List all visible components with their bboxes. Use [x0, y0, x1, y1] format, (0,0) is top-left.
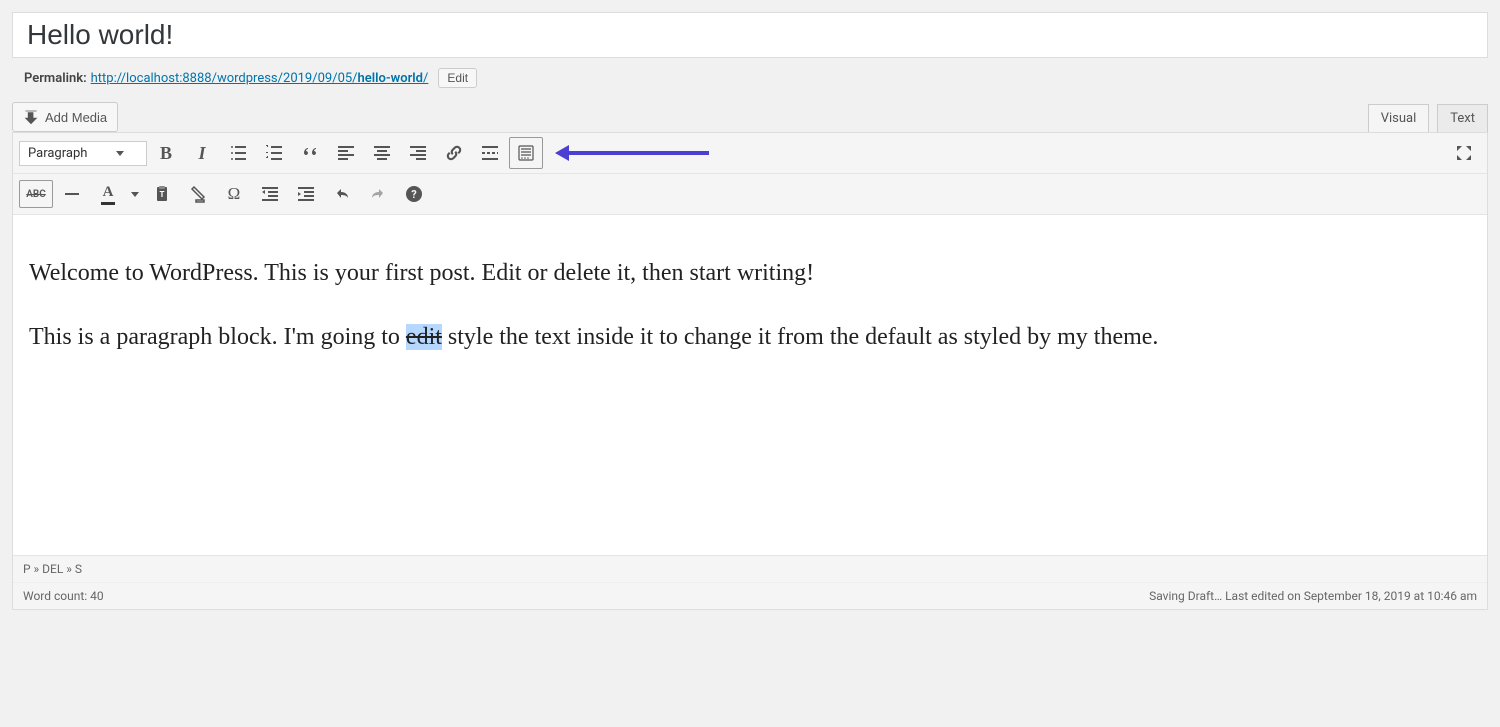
p2-part-b: style the text inside it to change it fr… [442, 324, 1159, 350]
word-count: Word count: 40 [23, 589, 104, 603]
permalink-slug: hello-world [358, 71, 423, 86]
text-color-button[interactable]: A [91, 178, 125, 210]
align-center-button[interactable] [365, 137, 399, 169]
media-tabs-row: Add Media Visual Text [12, 102, 1488, 132]
svg-text:T: T [160, 190, 165, 199]
align-right-button[interactable] [401, 137, 435, 169]
editor-tabs: Visual Text [1368, 104, 1488, 132]
clear-formatting-button[interactable] [181, 178, 215, 210]
toolbar-toggle-button[interactable] [509, 137, 543, 169]
numbered-list-button[interactable] [257, 137, 291, 169]
read-more-button[interactable] [473, 137, 507, 169]
title-container [12, 12, 1488, 58]
help-button[interactable]: ? [397, 178, 431, 210]
annotation-arrow [555, 145, 709, 161]
permalink-label: Permalink: [24, 71, 87, 86]
tab-text[interactable]: Text [1437, 104, 1488, 132]
horizontal-rule-button[interactable] [55, 178, 89, 210]
bold-button[interactable]: B [149, 137, 183, 169]
p2-part-a: This is a paragraph block. I'm going to [29, 324, 406, 350]
editor-container: Paragraph B I ABC A T Ω ? [12, 132, 1488, 610]
special-character-button[interactable]: Ω [217, 178, 251, 210]
paste-text-button[interactable]: T [145, 178, 179, 210]
link-button[interactable] [437, 137, 471, 169]
strikethrough-button[interactable]: ABC [19, 180, 53, 208]
permalink-row: Permalink: http://localhost:8888/wordpre… [12, 58, 1488, 102]
align-left-button[interactable] [329, 137, 363, 169]
content-paragraph-1: Welcome to WordPress. This is your first… [29, 255, 1471, 291]
post-title-input[interactable] [27, 19, 1473, 51]
element-path: P » DEL » S [23, 562, 82, 576]
italic-button[interactable]: I [185, 137, 219, 169]
edit-permalink-button[interactable]: Edit [438, 68, 477, 88]
fullscreen-button[interactable] [1447, 137, 1481, 169]
outdent-button[interactable] [253, 178, 287, 210]
permalink-base: http://localhost:8888/wordpress/2019/09/… [91, 71, 358, 86]
permalink-link[interactable]: http://localhost:8888/wordpress/2019/09/… [91, 71, 429, 86]
tab-visual[interactable]: Visual [1368, 104, 1430, 132]
undo-button[interactable] [325, 178, 359, 210]
add-media-label: Add Media [45, 110, 107, 125]
chevron-down-icon [116, 151, 124, 156]
bullet-list-button[interactable] [221, 137, 255, 169]
format-select-label: Paragraph [28, 146, 87, 161]
format-select[interactable]: Paragraph [19, 141, 147, 166]
content-paragraph-2: This is a paragraph block. I'm going to … [29, 319, 1471, 355]
status-bar: P » DEL » S Word count: 40 Saving Draft…… [13, 555, 1487, 609]
text-color-dropdown[interactable] [127, 178, 143, 210]
redo-button[interactable] [361, 178, 395, 210]
media-icon [23, 109, 39, 125]
blockquote-button[interactable] [293, 137, 327, 169]
editor-content[interactable]: Welcome to WordPress. This is your first… [13, 215, 1487, 555]
add-media-button[interactable]: Add Media [12, 102, 118, 132]
p2-strike-selected: edit [406, 324, 442, 350]
permalink-trail: / [423, 71, 428, 86]
toolbar-primary: Paragraph B I [13, 133, 1487, 174]
svg-text:?: ? [411, 188, 417, 201]
toolbar-secondary: ABC A T Ω ? [13, 174, 1487, 215]
save-status: Saving Draft… Last edited on September 1… [1149, 589, 1477, 603]
indent-button[interactable] [289, 178, 323, 210]
